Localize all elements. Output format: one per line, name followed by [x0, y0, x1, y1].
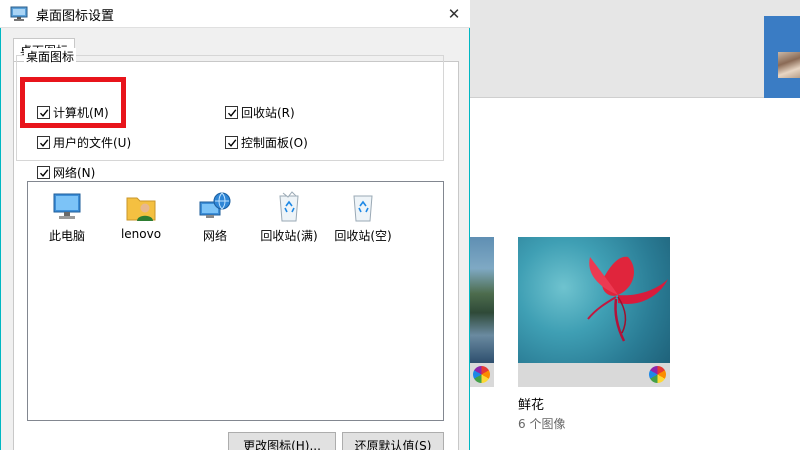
checkbox-control-panel[interactable]: 控制面板(O)	[225, 134, 308, 151]
checkbox-label: 用户的文件(U)	[53, 136, 132, 150]
recycle-bin-empty-icon	[353, 195, 373, 222]
checkbox-checked-icon[interactable]	[225, 136, 238, 149]
icon-list[interactable]: 此电脑 lenovo 网络 回收站(满) 回收站(空)	[27, 181, 444, 421]
album-strip	[466, 363, 494, 387]
checkbox-checked-icon[interactable]	[37, 136, 50, 149]
avatar[interactable]	[778, 52, 800, 78]
album-thumbnail	[466, 237, 494, 363]
icon-label: 回收站(满)	[260, 229, 318, 243]
change-icon-button[interactable]: 更改图标(H)...	[228, 432, 336, 450]
icon-item-network[interactable]: 网络	[180, 190, 250, 244]
album-title[interactable]: 鲜花	[518, 394, 544, 413]
checkbox-computer[interactable]: 计算机(M)	[37, 104, 109, 121]
checkbox-checked-icon[interactable]	[225, 106, 238, 119]
album-count: 6 个图像	[518, 417, 566, 431]
checkbox-recycle-bin[interactable]: 回收站(R)	[225, 104, 295, 121]
user-folder-icon	[126, 197, 156, 221]
checkbox-network[interactable]: 网络(N)	[37, 164, 95, 181]
icon-item-user-files[interactable]: lenovo	[106, 190, 176, 241]
icon-item-recycle-bin-empty[interactable]: 回收站(空)	[328, 190, 398, 244]
computer-icon	[53, 193, 81, 219]
checkbox-label: 回收站(R)	[241, 106, 295, 120]
close-icon[interactable]: ✕	[438, 0, 470, 28]
icon-label: 网络	[202, 229, 227, 243]
recycle-bin-full-icon	[279, 191, 299, 222]
flower-image	[587, 256, 668, 342]
icon-label: 此电脑	[48, 229, 85, 243]
checkbox-checked-icon[interactable]	[37, 106, 50, 119]
album-thumbnail	[518, 237, 670, 363]
group-label: 桌面图标	[24, 48, 77, 65]
checkbox-label: 网络(N)	[53, 166, 96, 180]
checkbox-label: 控制面板(O)	[241, 136, 308, 150]
color-wheel-icon	[473, 366, 490, 383]
icon-item-recycle-bin-full[interactable]: 回收站(满)	[254, 190, 324, 244]
icon-label: 回收站(空)	[334, 229, 392, 243]
checkbox-checked-icon[interactable]	[37, 166, 50, 179]
checkbox-label: 计算机(M)	[53, 106, 109, 120]
restore-default-button[interactable]: 还原默认值(S)	[342, 432, 444, 450]
icon-label: lenovo	[120, 227, 162, 241]
checkbox-user-files[interactable]: 用户的文件(U)	[37, 134, 131, 151]
color-wheel-icon	[649, 366, 666, 383]
icon-item-computer[interactable]: 此电脑	[32, 190, 102, 244]
network-icon	[199, 192, 231, 218]
album-strip	[518, 363, 670, 387]
dialog-title: 桌面图标设置	[36, 9, 115, 24]
dialog-titlebar[interactable]: 桌面图标设置 ✕	[0, 0, 470, 28]
album-card-partial[interactable]	[466, 237, 494, 387]
desktop-settings-icon	[10, 6, 28, 22]
